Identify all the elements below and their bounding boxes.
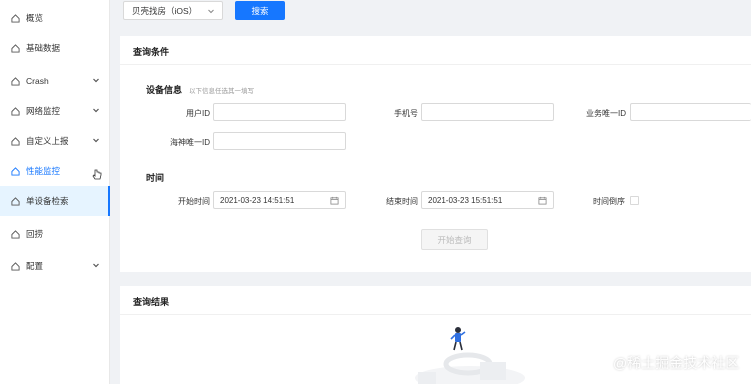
home-icon bbox=[11, 229, 20, 239]
sidebar-item-overview[interactable]: 概览 bbox=[0, 3, 110, 33]
home-icon bbox=[11, 166, 20, 176]
reverse-order-checkbox[interactable] bbox=[630, 196, 639, 205]
watermark-text: @稀土掘金技术社区 bbox=[613, 355, 740, 371]
haishen-id-input[interactable] bbox=[213, 132, 346, 150]
empty-state-illustration bbox=[415, 327, 525, 384]
start-time-value: 2021-03-23 14:51:51 bbox=[220, 195, 295, 205]
end-time-picker[interactable]: 2021-03-23 15:51:51 bbox=[421, 191, 554, 209]
sidebar-item-label: 自定义上报 bbox=[26, 136, 69, 146]
app-select[interactable]: 贝壳找房（iOS） bbox=[123, 1, 223, 20]
app-select-value: 贝壳找房（iOS） bbox=[132, 5, 198, 16]
sidebar-item-crash[interactable]: Crash bbox=[0, 66, 110, 96]
sidebar-item-network[interactable]: 网络监控 bbox=[0, 96, 110, 126]
home-icon bbox=[11, 136, 20, 146]
sidebar-item-config[interactable]: 配置 bbox=[0, 251, 110, 281]
divider bbox=[120, 314, 751, 315]
home-icon bbox=[11, 76, 20, 86]
juejin-logo-icon bbox=[596, 356, 610, 370]
chevron-down-icon bbox=[92, 106, 100, 114]
card-title: 查询结果 bbox=[133, 297, 170, 307]
home-icon bbox=[11, 43, 20, 53]
start-time-label: 开始时间 bbox=[178, 197, 210, 206]
end-time-label: 结束时间 bbox=[386, 197, 418, 206]
card-title: 查询条件 bbox=[133, 47, 170, 57]
chevron-down-icon bbox=[92, 76, 100, 84]
sidebar-item-label: 回捞 bbox=[26, 229, 44, 239]
sidebar-item-single-device-search[interactable]: 单设备检索 bbox=[0, 186, 110, 216]
search-button[interactable]: 搜索 bbox=[235, 1, 285, 20]
device-info-title: 设备信息 bbox=[146, 85, 183, 95]
sidebar: 概览 基础数据 Crash 网络监控 自定义上报 性能监控 单设备检索 回捞 配… bbox=[0, 0, 110, 384]
sidebar-item-retrieve[interactable]: 回捞 bbox=[0, 219, 110, 249]
user-id-label: 用户ID bbox=[186, 109, 210, 118]
start-query-button[interactable]: 开始查询 bbox=[421, 229, 488, 250]
watermark: @稀土掘金技术社区 bbox=[596, 353, 739, 373]
chevron-down-icon bbox=[92, 136, 100, 144]
haishen-id-label: 海神唯一ID bbox=[170, 138, 210, 147]
sidebar-item-label: 基础数据 bbox=[26, 43, 61, 53]
reverse-order-label: 时间倒序 bbox=[593, 197, 625, 206]
sidebar-item-label: 配置 bbox=[26, 261, 44, 271]
home-icon bbox=[11, 261, 20, 271]
sidebar-item-label: 单设备检索 bbox=[26, 196, 69, 206]
sidebar-item-basic-data[interactable]: 基础数据 bbox=[0, 33, 110, 63]
sidebar-item-custom-report[interactable]: 自定义上报 bbox=[0, 126, 110, 156]
biz-id-label: 业务唯一ID bbox=[586, 109, 626, 118]
query-conditions-card: 查询条件 设备信息 以下信息任选其一填写 用户ID 手机号 业务唯一ID 海神唯… bbox=[120, 36, 751, 272]
pointer-cursor-icon bbox=[92, 169, 102, 181]
end-time-value: 2021-03-23 15:51:51 bbox=[428, 195, 503, 205]
sidebar-item-label: Crash bbox=[26, 76, 49, 86]
calendar-icon bbox=[538, 196, 547, 205]
home-icon bbox=[11, 13, 20, 23]
calendar-icon bbox=[330, 196, 339, 205]
sidebar-item-label: 概览 bbox=[26, 13, 44, 23]
time-section-title: 时间 bbox=[146, 173, 165, 183]
divider bbox=[120, 64, 751, 65]
device-info-hint: 以下信息任选其一填写 bbox=[189, 88, 254, 95]
home-icon bbox=[11, 196, 20, 206]
chevron-down-icon bbox=[92, 261, 100, 269]
chevron-down-icon bbox=[207, 7, 215, 15]
biz-id-input[interactable] bbox=[630, 103, 751, 121]
phone-label: 手机号 bbox=[394, 109, 418, 118]
top-toolbar: 贝壳找房（iOS） 搜索 bbox=[110, 0, 751, 22]
home-icon bbox=[11, 106, 20, 116]
start-time-picker[interactable]: 2021-03-23 14:51:51 bbox=[213, 191, 346, 209]
phone-input[interactable] bbox=[421, 103, 554, 121]
sidebar-item-label: 性能监控 bbox=[26, 166, 61, 176]
sidebar-item-label: 网络监控 bbox=[26, 106, 61, 116]
user-id-input[interactable] bbox=[213, 103, 346, 121]
